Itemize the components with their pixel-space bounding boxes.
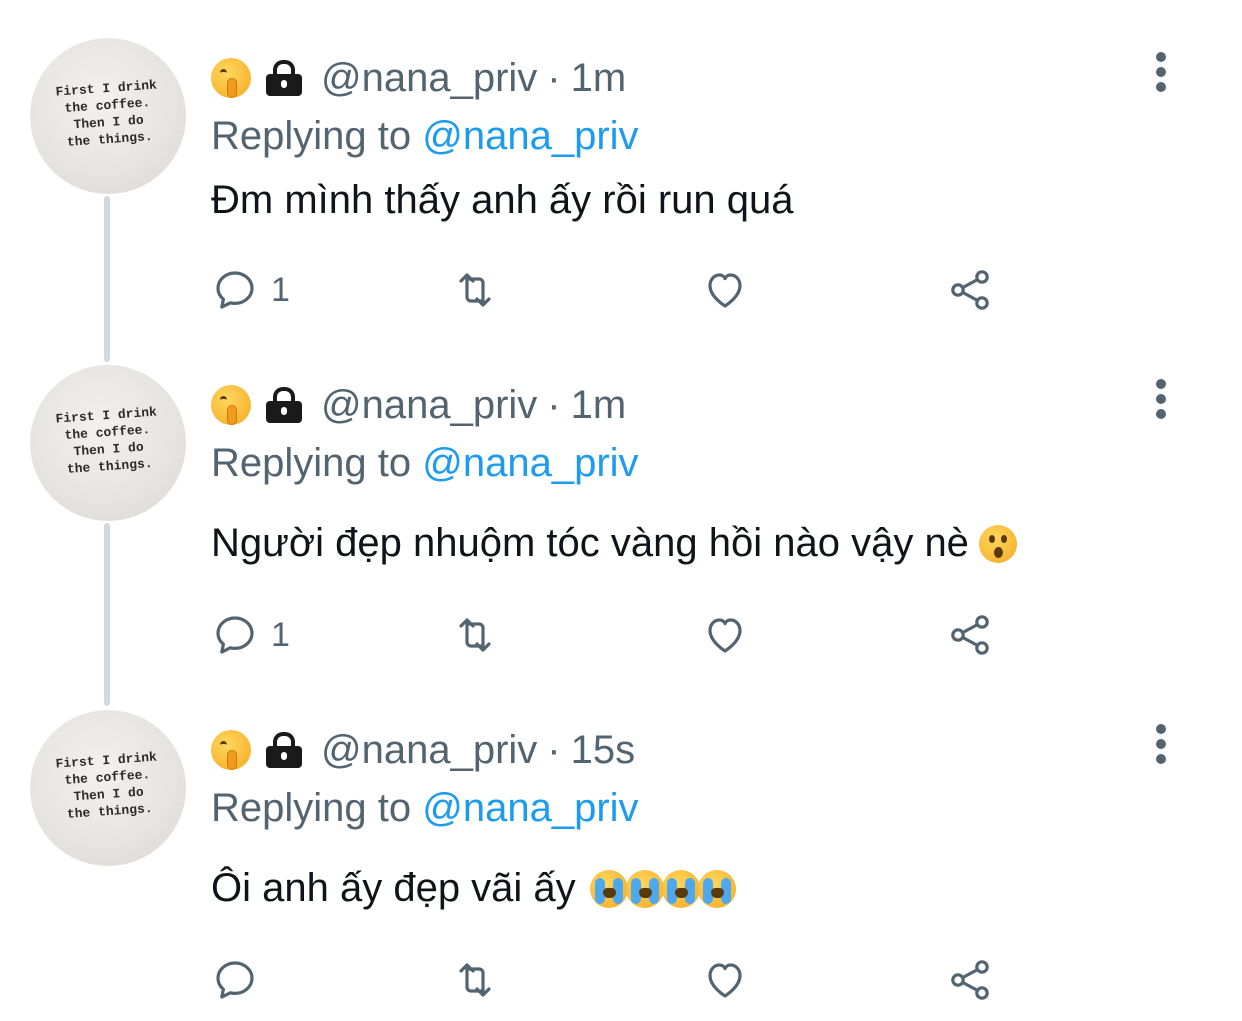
thread-connector-line: [104, 196, 110, 362]
reply-count: 1: [271, 615, 290, 654]
lock-icon: [263, 58, 303, 98]
shushing-face-emoji: [211, 58, 251, 98]
user-handle[interactable]: @nana_priv: [321, 56, 537, 101]
timestamp[interactable]: 15s: [571, 728, 636, 773]
tweet-header: @nana_priv · 1m: [211, 381, 626, 429]
tweet-text: Người đẹp nhuộm tóc vàng hồi nào vậy nè: [211, 521, 1017, 566]
avatar-image-text: First I drink the coffee. Then I do the …: [55, 77, 158, 150]
separator-dot: ·: [547, 55, 561, 100]
tweet-text: Ôi anh ấy đẹp vãi ấy: [211, 866, 736, 911]
like-button[interactable]: [701, 266, 749, 314]
avatar-image-text: First I drink the coffee. Then I do the …: [55, 404, 158, 477]
like-icon: [708, 618, 742, 653]
retweet-icon: [459, 963, 491, 997]
retweet-button[interactable]: [451, 956, 499, 1004]
tweet-header: @nana_priv · 1m: [211, 54, 626, 102]
share-button[interactable]: [946, 266, 994, 314]
replying-to-line: Replying to @nana_priv: [211, 441, 639, 486]
tweet-header: @nana_priv · 15s: [211, 726, 635, 774]
reply-button[interactable]: 1: [211, 266, 290, 314]
like-icon: [708, 963, 742, 998]
more-options-icon[interactable]: [1150, 724, 1172, 764]
retweet-button[interactable]: [451, 611, 499, 659]
replying-to-line: Replying to @nana_priv: [211, 786, 639, 831]
more-options-icon[interactable]: [1150, 52, 1172, 92]
like-icon: [708, 273, 742, 308]
thread-connector-line: [104, 523, 110, 706]
mention-link[interactable]: @nana_priv: [422, 114, 638, 158]
replying-to-label: Replying to: [211, 441, 412, 485]
like-button[interactable]: [701, 611, 749, 659]
replying-to-label: Replying to: [211, 786, 412, 830]
reply-icon: [216, 271, 254, 309]
like-button[interactable]: [701, 956, 749, 1004]
reply-button[interactable]: [211, 956, 271, 1004]
share-icon: [951, 270, 989, 310]
astonished-face-emoji: [978, 524, 1017, 563]
mention-link[interactable]: @nana_priv: [422, 441, 638, 485]
retweet-button[interactable]: [451, 266, 499, 314]
tweet-actions: 1: [211, 611, 1111, 659]
tweet-actions: 1: [211, 266, 1111, 314]
lock-icon: [263, 385, 303, 425]
loudly-crying-face-emoji: [625, 869, 664, 908]
share-button[interactable]: [946, 956, 994, 1004]
timestamp[interactable]: 1m: [571, 56, 627, 101]
shushing-face-emoji: [211, 730, 251, 770]
reply-icon: [216, 961, 254, 999]
replying-to-label: Replying to: [211, 114, 412, 158]
loudly-crying-face-emoji: [589, 869, 628, 908]
share-icon: [951, 615, 989, 655]
shushing-face-emoji: [211, 385, 251, 425]
replying-to-line: Replying to @nana_priv: [211, 114, 639, 159]
user-handle[interactable]: @nana_priv: [321, 728, 537, 773]
retweet-icon: [459, 273, 491, 307]
retweet-icon: [459, 618, 491, 652]
mention-link[interactable]: @nana_priv: [422, 786, 638, 830]
tweet-actions: [211, 956, 1111, 1004]
share-button[interactable]: [946, 611, 994, 659]
reply-count: 1: [271, 270, 290, 309]
more-options-icon[interactable]: [1150, 379, 1172, 419]
tweet-text: Đm mình thấy anh ấy rồi run quá: [211, 178, 794, 222]
separator-dot: ·: [547, 727, 561, 772]
reply-icon: [216, 616, 254, 654]
avatar[interactable]: First I drink the coffee. Then I do the …: [30, 38, 186, 194]
share-icon: [951, 960, 989, 1000]
avatar-image-text: First I drink the coffee. Then I do the …: [55, 749, 158, 822]
avatar[interactable]: First I drink the coffee. Then I do the …: [30, 710, 186, 866]
loudly-crying-face-emoji: [661, 869, 700, 908]
reply-button[interactable]: 1: [211, 611, 290, 659]
user-handle[interactable]: @nana_priv: [321, 383, 537, 428]
avatar[interactable]: First I drink the coffee. Then I do the …: [30, 365, 186, 521]
lock-icon: [263, 730, 303, 770]
loudly-crying-face-emoji: [697, 869, 736, 908]
separator-dot: ·: [547, 382, 561, 427]
timestamp[interactable]: 1m: [571, 383, 627, 428]
